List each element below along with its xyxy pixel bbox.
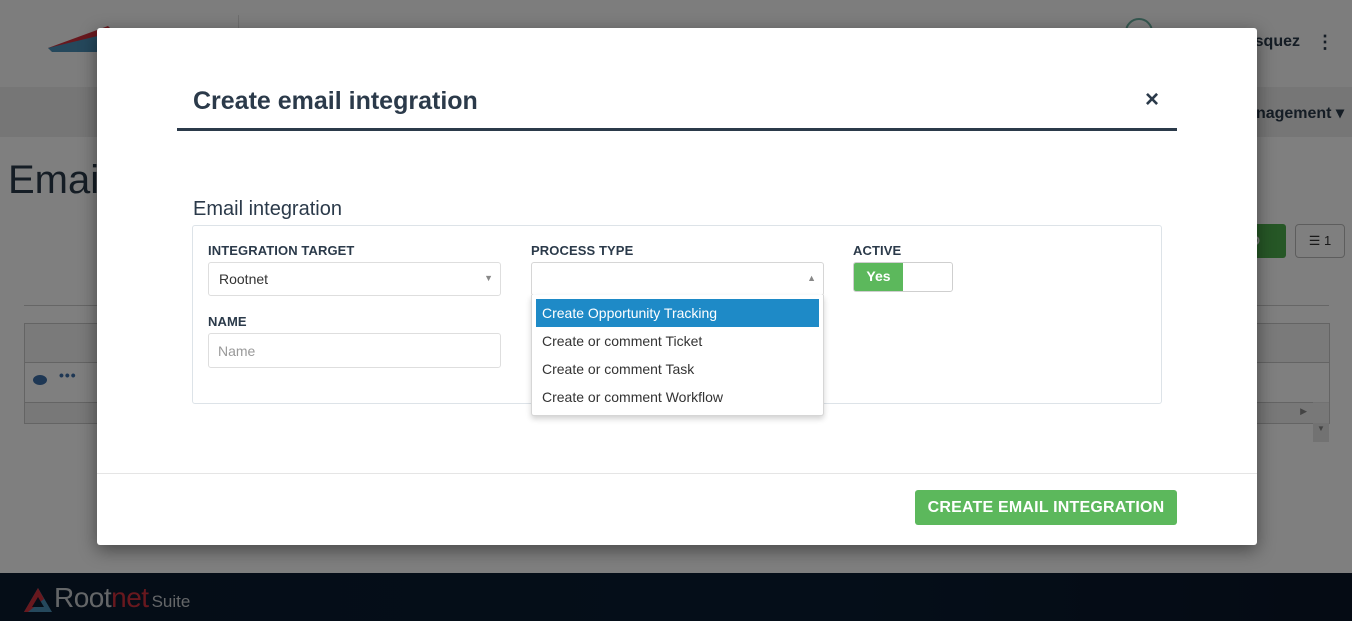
chevron-down-icon: ▼ bbox=[484, 273, 493, 283]
divider bbox=[97, 473, 1257, 474]
modal-title: Create email integration bbox=[193, 87, 478, 115]
modal-header: Create email integration × bbox=[177, 83, 1177, 131]
name-input[interactable] bbox=[208, 333, 501, 368]
integration-target-label: INTEGRATION TARGET bbox=[208, 243, 355, 258]
dropdown-option-task[interactable]: Create or comment Task bbox=[536, 355, 819, 383]
integration-target-select[interactable]: Rootnet ▼ bbox=[208, 262, 501, 296]
section-title: Email integration bbox=[193, 198, 342, 220]
create-email-integration-button[interactable]: CREATE EMAIL INTEGRATION bbox=[915, 490, 1177, 525]
process-type-dropdown: Create Opportunity Tracking Create or co… bbox=[531, 295, 824, 416]
active-label: ACTIVE bbox=[853, 243, 902, 258]
dropdown-option-opportunity-tracking[interactable]: Create Opportunity Tracking bbox=[536, 299, 819, 327]
chevron-up-icon: ▲ bbox=[807, 273, 816, 283]
close-icon[interactable]: × bbox=[1141, 88, 1163, 112]
integration-target-value: Rootnet bbox=[219, 271, 269, 287]
active-toggle[interactable]: Yes bbox=[853, 262, 953, 292]
dropdown-option-ticket[interactable]: Create or comment Ticket bbox=[536, 327, 819, 355]
active-toggle-yes: Yes bbox=[854, 263, 903, 291]
process-type-select[interactable]: ▲ bbox=[531, 262, 824, 296]
create-email-integration-modal: Create email integration × Email integra… bbox=[97, 28, 1257, 545]
process-type-label: PROCESS TYPE bbox=[531, 243, 634, 258]
dropdown-option-workflow[interactable]: Create or comment Workflow bbox=[536, 383, 819, 411]
name-label: NAME bbox=[208, 314, 247, 329]
